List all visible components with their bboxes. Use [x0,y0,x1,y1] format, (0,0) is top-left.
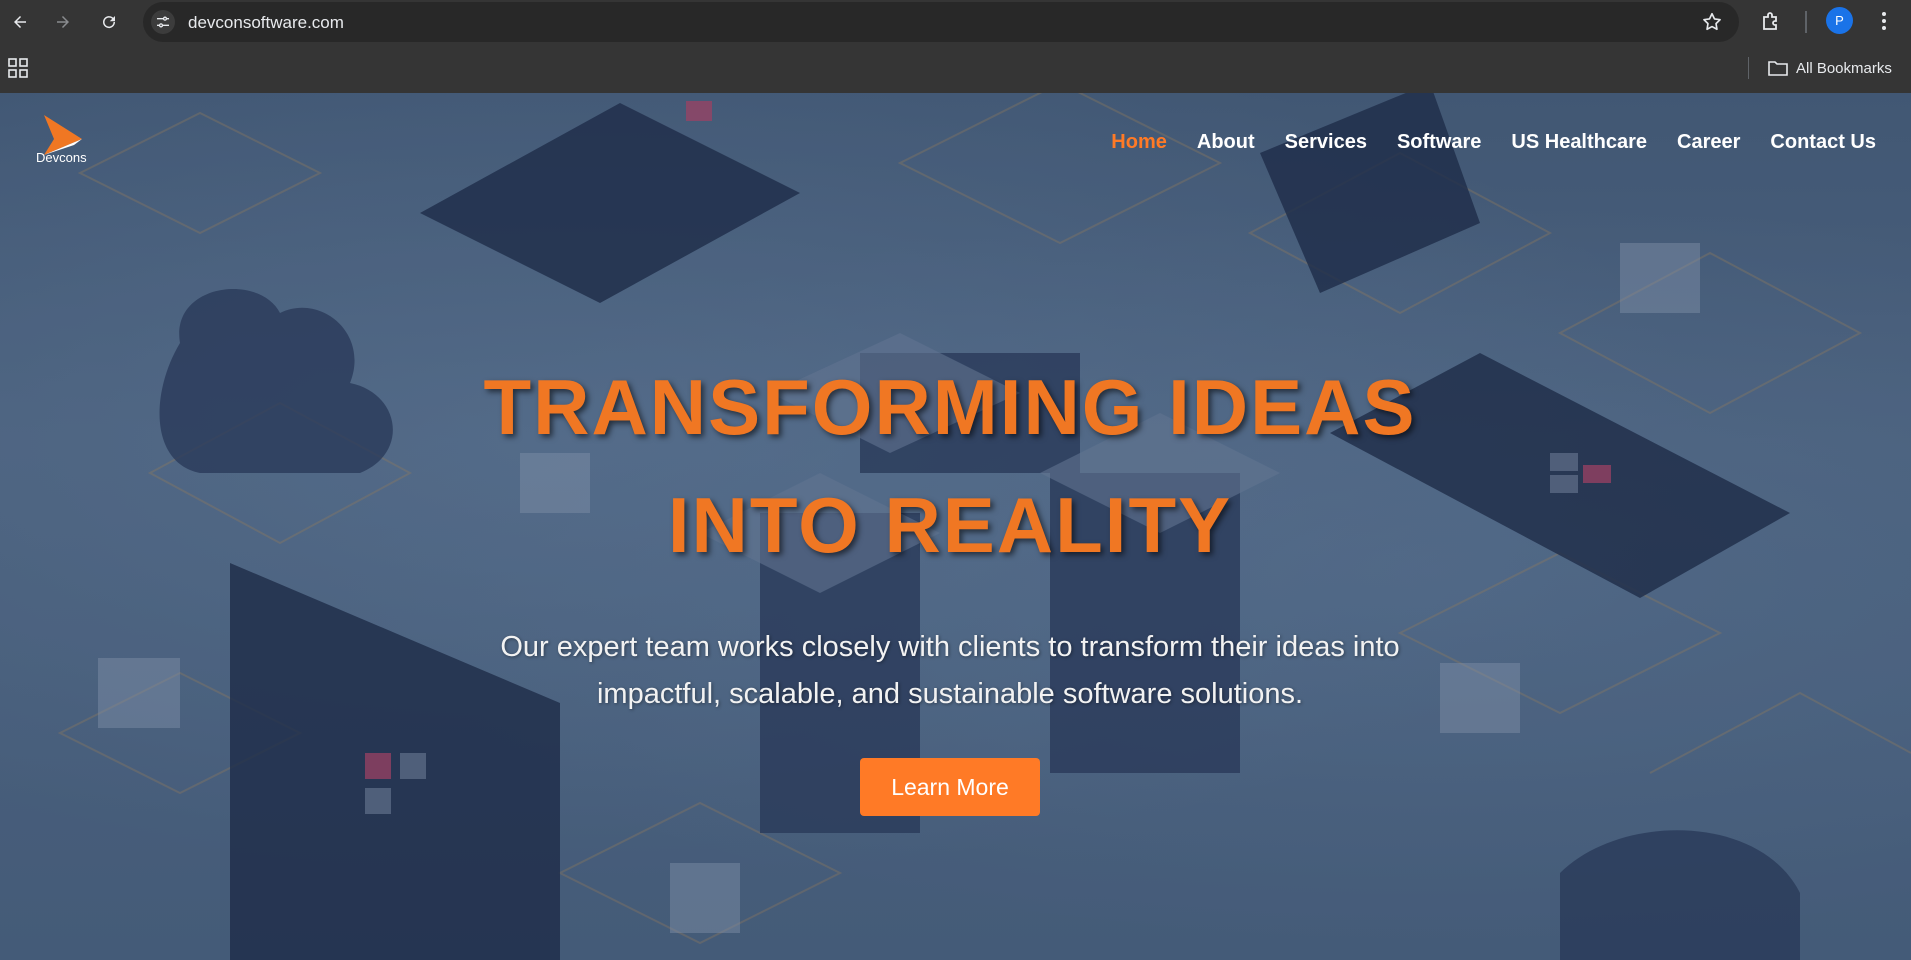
reload-icon [103,16,116,29]
site-info-icon[interactable] [151,10,175,34]
extensions-icon[interactable] [1760,9,1784,33]
profile-avatar[interactable]: P [1826,7,1853,34]
folder-icon [1768,61,1788,76]
bookmarks-divider [1748,57,1749,79]
forward-button[interactable] [49,8,77,36]
apps-grid-icon[interactable] [8,58,28,78]
hero-title-line-2: INTO REALITY [667,481,1233,569]
reload-button[interactable] [95,8,123,36]
nav-us-healthcare[interactable]: US Healthcare [1496,131,1662,154]
all-bookmarks-button[interactable]: All Bookmarks [1768,56,1892,80]
hero-title-line-1: TRANSFORMING IDEAS [483,363,1417,451]
nav-career[interactable]: Career [1662,131,1755,154]
nav-services[interactable]: Services [1270,131,1382,154]
nav-software[interactable]: Software [1382,131,1496,154]
nav-contact-us[interactable]: Contact Us [1755,131,1891,154]
hero-subtitle: Our expert team works closely with clien… [500,631,1400,710]
hero-title: TRANSFORMING IDEAS INTO REALITY [0,348,1900,584]
bookmark-star-icon[interactable] [1701,11,1723,33]
more-menu-icon[interactable] [1872,9,1896,33]
nav-home[interactable]: Home [1096,131,1182,154]
webpage: Devcons Home About Services Software US … [0,93,1911,960]
logo-text: Devcons [36,150,87,165]
bookmarks-bar: All Bookmarks [0,44,1911,93]
nav-about[interactable]: About [1182,131,1270,154]
all-bookmarks-label: All Bookmarks [1796,59,1892,77]
toolbar-divider [1805,11,1807,33]
address-bar[interactable]: devconsoftware.com [143,2,1739,42]
main-nav: Home About Services Software US Healthca… [1096,131,1891,154]
arrow-right-icon [57,16,69,28]
arrow-left-icon [14,16,26,28]
browser-chrome: devconsoftware.com P All Bookmarks [0,0,1911,93]
learn-more-button[interactable]: Learn More [860,758,1040,816]
browser-toolbar: devconsoftware.com P [0,0,1911,44]
url-text: devconsoftware.com [188,13,344,32]
back-button[interactable] [6,8,34,36]
hero-section: TRANSFORMING IDEAS INTO REALITY Our expe… [0,348,1900,816]
